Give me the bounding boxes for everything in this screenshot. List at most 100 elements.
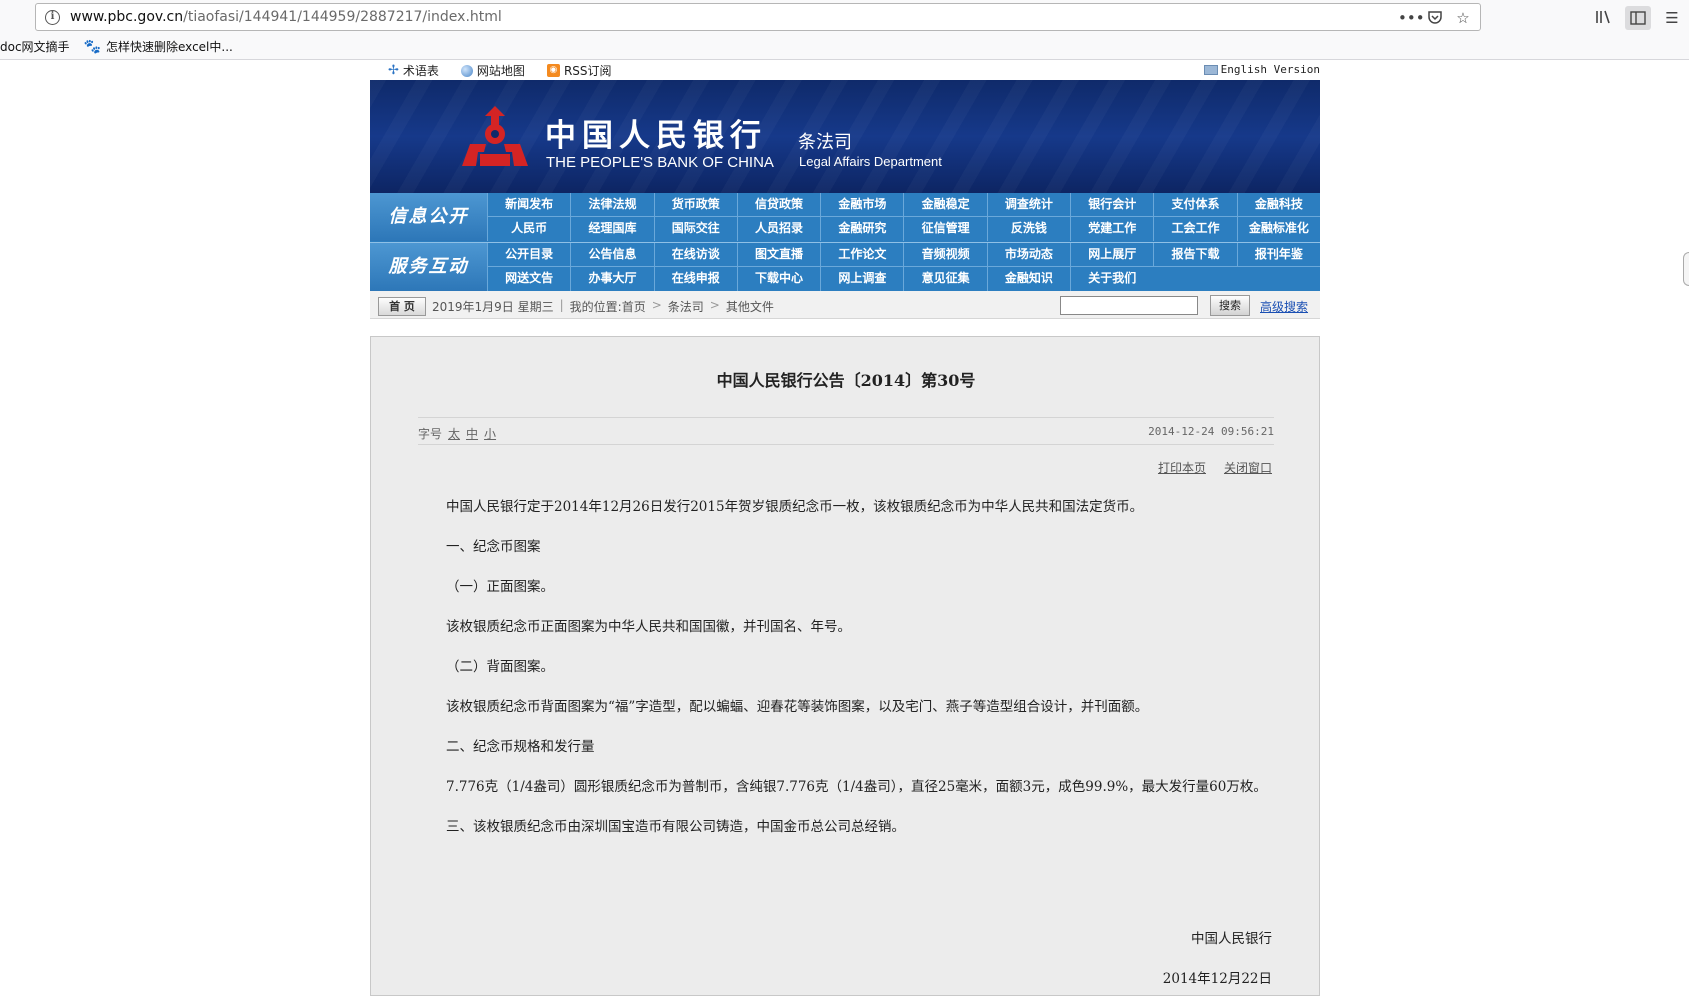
bank-name-en: THE PEOPLE'S BANK OF CHINA	[546, 154, 774, 171]
breadcrumb-legal-affairs[interactable]: 条法司	[668, 298, 704, 315]
nav-link[interactable]: 网送文告	[487, 267, 570, 291]
article-paragraph: （一）正面图案。	[446, 579, 554, 595]
pocket-icon[interactable]	[1426, 9, 1444, 27]
nav-link[interactable]: 金融研究	[820, 217, 903, 241]
article-paragraph: 该枚银质纪念币背面图案为“福”字造型，配以蝙蝠、迎春花等装饰图案，以及宅门、燕子…	[446, 699, 1149, 715]
nav-link[interactable]: 报刊年鉴	[1236, 243, 1320, 267]
breadcrumb-bar: 首 页 2019年1月9日 星期三 | 我的位置:首页 > 条法司 > 其他文件…	[370, 291, 1320, 319]
article-body: 中国人民银行定于2014年12月26日发行2015年贺岁银质纪念币一枚，该枚银质…	[418, 497, 1274, 857]
print-page-link[interactable]: 打印本页	[1158, 459, 1206, 476]
nav-link[interactable]: 网上展厅	[1070, 243, 1154, 267]
nav-link[interactable]: 银行会计	[1070, 193, 1154, 217]
side-handle[interactable]	[1683, 252, 1689, 286]
article-paragraph: （二）背面图案。	[446, 659, 554, 675]
nav-link[interactable]: 人民币	[487, 217, 570, 241]
nav-link[interactable]: 关于我们	[1070, 267, 1153, 291]
bookmark-star-icon[interactable]: ☆	[1454, 9, 1472, 27]
article-title: 中国人民银行公告〔2014〕第30号	[716, 371, 976, 390]
close-window-link[interactable]: 关闭窗口	[1224, 459, 1272, 476]
nav-link[interactable]: 市场动态	[986, 243, 1071, 267]
english-version-label: English Version	[1220, 63, 1320, 76]
nav-tag-info-disclosure: 信息公开	[370, 193, 487, 241]
url-text[interactable]: www.pbc.gov.cn/tiaofasi/144941/144959/28…	[70, 9, 502, 25]
article-tools: 打印本页 关闭窗口	[1158, 459, 1272, 476]
nav-link[interactable]: 工会工作	[1153, 217, 1236, 241]
sitemap-label: 网站地图	[476, 64, 525, 78]
rss-icon: ◉	[546, 64, 560, 77]
nav-link[interactable]: 国际交往	[653, 217, 737, 241]
font-size-large[interactable]: 太	[448, 425, 460, 442]
glossary-link[interactable]: ✢ 术语表	[388, 62, 439, 79]
nav-link[interactable]: 意见征集	[903, 267, 986, 291]
sitemap-link[interactable]: 网站地图	[460, 62, 525, 79]
department-name-cn: 条法司	[798, 132, 852, 153]
url-host: www.pbc.gov.cn	[70, 9, 184, 25]
nav-row-service: 服务互动 公开目录 公告信息 在线访谈 图文直播 工作论文 音频视频 市场动态 网上展厅 报告下…	[370, 242, 1320, 291]
menu-icon[interactable]: ☰	[1663, 9, 1681, 27]
rss-link[interactable]: ◉ RSS订阅	[546, 62, 612, 79]
chevron-right-icon: >	[651, 298, 662, 312]
bookmarks-bar: doc网文摘手 🐾 怎样快速删除excel中...	[0, 34, 1689, 60]
current-date: 2019年1月9日 星期三	[432, 300, 554, 314]
rss-label: RSS订阅	[563, 64, 612, 78]
nav-link[interactable]: 支付体系	[1153, 193, 1237, 217]
nav-link[interactable]: 金融知识	[986, 267, 1070, 291]
info-icon[interactable]: i	[45, 10, 60, 25]
nav-link[interactable]: 在线申报	[653, 267, 737, 291]
nav-link[interactable]: 工作论文	[820, 243, 904, 267]
bookmark-label: doc网文摘手	[0, 40, 70, 54]
breadcrumb-home[interactable]: 我的位置:首页	[570, 298, 646, 315]
nav-link[interactable]: 金融市场	[820, 193, 904, 217]
font-size-medium[interactable]: 中	[466, 425, 478, 442]
site-banner: 中国人民银行 THE PEOPLE'S BANK OF CHINA 条法司 Le…	[370, 80, 1320, 193]
department-name-en: Legal Affairs Department	[799, 154, 942, 169]
glossary-label: 术语表	[402, 64, 439, 78]
nav-link[interactable]: 下载中心	[736, 267, 820, 291]
english-version-link[interactable]: English Version	[1203, 63, 1320, 76]
nav-link[interactable]: 货币政策	[653, 193, 737, 217]
font-size-label: 字号	[418, 427, 443, 441]
nav-link[interactable]: 公告信息	[570, 243, 654, 267]
nav-link[interactable]: 法律法规	[570, 193, 654, 217]
nav-link[interactable]: 人员招录	[736, 217, 820, 241]
nav-link[interactable]: 金融标准化	[1236, 217, 1320, 241]
nav-link[interactable]: 反洗钱	[986, 217, 1070, 241]
library-icon[interactable]	[1595, 9, 1613, 27]
nav-link[interactable]: 公开目录	[487, 243, 571, 267]
search-button[interactable]: 搜索	[1210, 295, 1250, 316]
sidebar-icon[interactable]	[1625, 6, 1651, 30]
page-container: ✢ 术语表 网站地图 ◉ RSS订阅 English Version 中国人民银行 …	[370, 60, 1320, 996]
font-size-small[interactable]: 小	[484, 425, 496, 442]
search-input[interactable]	[1060, 296, 1198, 315]
nav-link[interactable]: 金融稳定	[903, 193, 987, 217]
nav-link[interactable]: 党建工作	[1070, 217, 1153, 241]
nav-link[interactable]: 调查统计	[986, 193, 1071, 217]
nav-link[interactable]: 金融科技	[1236, 193, 1320, 217]
nav-link[interactable]: 图文直播	[736, 243, 821, 267]
more-actions-icon[interactable]: •••	[1398, 9, 1425, 27]
advanced-search-link[interactable]: 高级搜索	[1260, 298, 1308, 315]
nav-link[interactable]: 在线访谈	[653, 243, 737, 267]
home-button[interactable]: 首 页	[378, 297, 426, 316]
article-paragraph: 7.776克（1/4盎司）圆形银质纪念币为普制币，含纯银7.776克（1/4盎司…	[446, 779, 1267, 795]
nav-link[interactable]: 新闻发布	[487, 193, 571, 217]
nav-link[interactable]: 办事大厅	[570, 267, 653, 291]
bookmark-item[interactable]: 🐾 怎样快速删除excel中...	[84, 38, 233, 55]
address-bar[interactable]: i www.pbc.gov.cn/tiaofasi/144941/144959/…	[35, 3, 1481, 31]
nav-link[interactable]: 报告下载	[1153, 243, 1237, 267]
article-paragraph: 三、该枚银质纪念币由深圳国宝造币有限公司铸造，中国金币总公司总经销。	[446, 819, 905, 835]
nav-link[interactable]: 网上调查	[820, 267, 903, 291]
nav-link[interactable]: 经理国库	[570, 217, 653, 241]
nav-link[interactable]: 音频视频	[903, 243, 987, 267]
breadcrumb-other-documents[interactable]: 其他文件	[726, 298, 774, 315]
pboc-logo-icon	[462, 106, 528, 166]
article-meta: 字号 太 中 小 2014-12-24 09:56:21	[418, 417, 1274, 445]
monitor-icon	[1203, 64, 1218, 75]
breadcrumb: 2019年1月9日 星期三 | 我的位置:首页 > 条法司 > 其他文件	[432, 298, 774, 315]
nav-link[interactable]: 信贷政策	[736, 193, 821, 217]
nav-link[interactable]: 征信管理	[903, 217, 986, 241]
globe-icon	[460, 64, 473, 77]
nav-links-service: 公开目录 公告信息 在线访谈 图文直播 工作论文 音频视频 市场动态 网上展厅 报告下载 报刊年鉴…	[487, 243, 1320, 292]
nav-tag-service-interaction: 服务互动	[370, 243, 487, 291]
bookmark-item[interactable]: doc网文摘手	[0, 38, 70, 55]
